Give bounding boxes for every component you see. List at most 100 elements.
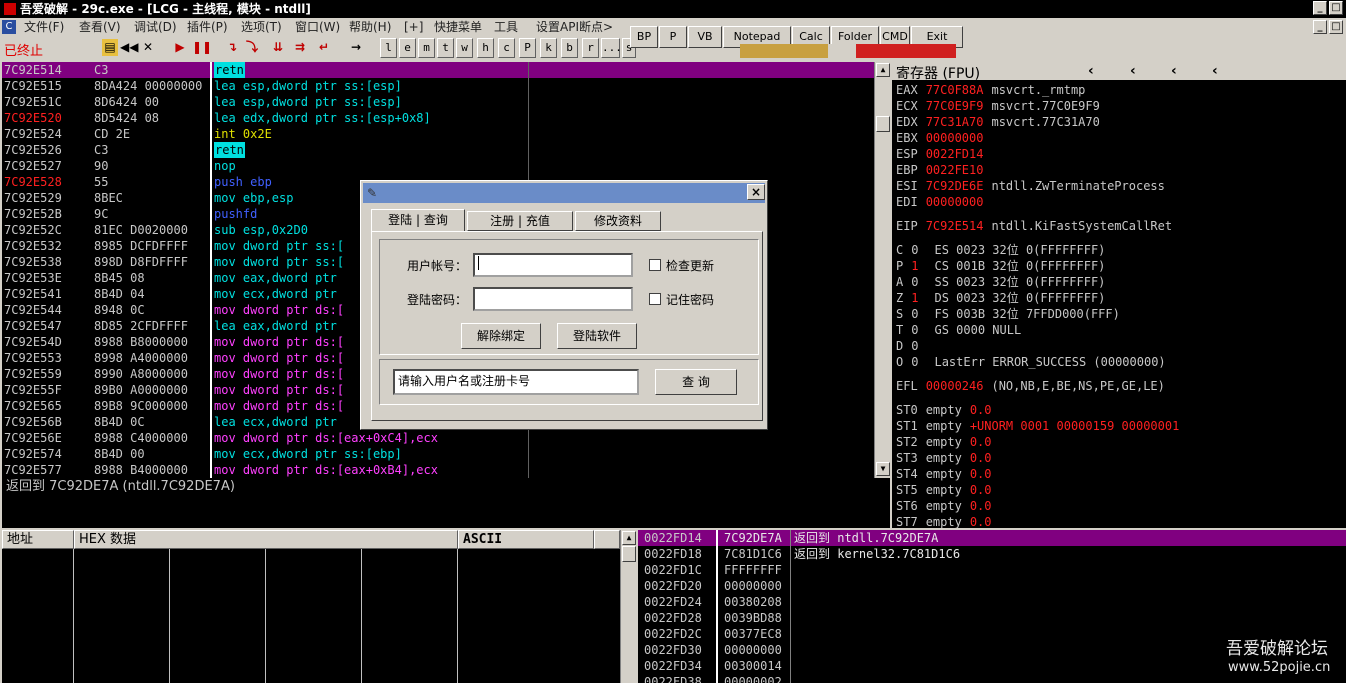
stack-value[interactable]: FFFFFFFF bbox=[724, 562, 782, 578]
menu-debug[interactable]: 调试(D) bbox=[134, 18, 177, 36]
disasm-instruction[interactable]: lea ecx,dword ptr bbox=[214, 414, 337, 430]
disasm-address[interactable]: 7C92E514 bbox=[4, 62, 62, 78]
disasm-hex[interactable]: C3 bbox=[94, 142, 208, 158]
p-button[interactable]: P bbox=[659, 26, 687, 48]
reg-prev2-icon[interactable]: ‹ bbox=[1130, 63, 1136, 79]
plugin-icons-strip[interactable] bbox=[740, 44, 956, 58]
menu-shortcut[interactable]: 快捷菜单 bbox=[434, 18, 482, 36]
disasm-hex[interactable]: 89B8 9C000000 bbox=[94, 398, 208, 414]
register-row[interactable]: EDI 00000000 bbox=[896, 194, 991, 210]
disasm-address[interactable]: 7C92E547 bbox=[4, 318, 62, 334]
flag-row[interactable]: P 1 CS 001B 32位 0(FFFFFFFF) bbox=[896, 258, 1105, 274]
disasm-hex[interactable]: 8B4D 00 bbox=[94, 446, 208, 462]
bp-button[interactable]: BP bbox=[630, 26, 658, 48]
disasm-address[interactable]: 7C92E528 bbox=[4, 174, 62, 190]
fpu-row[interactable]: ST3 empty 0.0 bbox=[896, 450, 992, 466]
register-row[interactable]: ESP 0022FD14 bbox=[896, 146, 991, 162]
trace-over-icon[interactable]: ⇉ bbox=[292, 39, 308, 56]
stack-address[interactable]: 0022FD34 bbox=[644, 658, 702, 674]
register-row[interactable]: ECX 77C0E9F9 msvcrt.77C0E9F9 bbox=[896, 98, 1100, 114]
disasm-hex[interactable]: 8948 0C bbox=[94, 302, 208, 318]
disasm-instruction[interactable]: mov dword ptr ds:[ bbox=[214, 350, 344, 366]
disasm-instruction[interactable]: mov dword ptr ds:[ bbox=[214, 398, 344, 414]
menu-api-breakpoint[interactable]: 设置API断点> bbox=[536, 18, 613, 36]
disasm-address[interactable]: 7C92E52B bbox=[4, 206, 62, 222]
stack-address[interactable]: 0022FD14 bbox=[644, 530, 702, 546]
minimize-button[interactable]: _ bbox=[1313, 1, 1327, 15]
vb-button[interactable]: VB bbox=[688, 26, 722, 48]
query-button[interactable]: 查 询 bbox=[655, 369, 737, 395]
dump-scroll-up-icon[interactable]: ▲ bbox=[622, 531, 636, 545]
toolbar-h-button[interactable]: h bbox=[477, 38, 494, 58]
child-minimize-button[interactable]: _ bbox=[1313, 20, 1327, 34]
close-process-icon[interactable]: ✕ bbox=[140, 39, 156, 56]
pause-icon[interactable]: ❚❚ bbox=[192, 39, 212, 56]
disasm-hex[interactable]: 8BEC bbox=[94, 190, 208, 206]
menu-plugins[interactable]: 插件(P) bbox=[187, 18, 228, 36]
disasm-instruction[interactable]: lea esp,dword ptr ss:[esp] bbox=[214, 94, 402, 110]
execute-till-return-icon[interactable]: ↵ bbox=[316, 39, 332, 56]
disasm-address[interactable]: 7C92E529 bbox=[4, 190, 62, 206]
stack-address[interactable]: 0022FD18 bbox=[644, 546, 702, 562]
register-row[interactable]: ESI 7C92DE6E ntdll.ZwTerminateProcess bbox=[896, 178, 1165, 194]
login-button[interactable]: 登陆软件 bbox=[557, 323, 637, 349]
disasm-address[interactable]: 7C92E527 bbox=[4, 158, 62, 174]
stack-comment[interactable]: 返回到 kernel32.7C81D1C6 bbox=[794, 546, 960, 562]
disasm-instruction[interactable]: int 0x2E bbox=[214, 126, 272, 142]
register-row[interactable]: EAX 77C0F88A msvcrt._rmtmp bbox=[896, 82, 1085, 98]
check-update-checkbox[interactable] bbox=[649, 259, 661, 271]
disasm-address[interactable]: 7C92E553 bbox=[4, 350, 62, 366]
disasm-hex[interactable]: 90 bbox=[94, 158, 208, 174]
reg-prev4-icon[interactable]: ‹ bbox=[1212, 63, 1218, 79]
disasm-instruction[interactable]: mov dword ptr ds:[ bbox=[214, 382, 344, 398]
menu-plus[interactable]: [+] bbox=[404, 18, 423, 36]
disasm-instruction[interactable]: mov ecx,dword ptr bbox=[214, 286, 337, 302]
menu-file[interactable]: 文件(F) bbox=[24, 18, 64, 36]
step-into-icon[interactable]: ↴ bbox=[224, 39, 240, 56]
restart-icon[interactable]: ◀◀ bbox=[120, 39, 138, 56]
disasm-address[interactable]: 7C92E55F bbox=[4, 382, 62, 398]
scroll-up-icon[interactable]: ▲ bbox=[876, 63, 890, 77]
disasm-hex[interactable]: 8B45 08 bbox=[94, 270, 208, 286]
disasm-hex[interactable]: 898D D8FDFFFF bbox=[94, 254, 208, 270]
disasm-instruction[interactable]: pushfd bbox=[214, 206, 257, 222]
menu-help[interactable]: 帮助(H) bbox=[349, 18, 391, 36]
menu-tools[interactable]: 工具 bbox=[494, 18, 518, 36]
flag-row[interactable]: Z 1 DS 0023 32位 0(FFFFFFFF) bbox=[896, 290, 1105, 306]
disasm-hex[interactable]: 8B4D 04 bbox=[94, 286, 208, 302]
flag-row[interactable]: A 0 SS 0023 32位 0(FFFFFFFF) bbox=[896, 274, 1105, 290]
stack-pane[interactable]: 0022FD14 7C92DE7A 返回到 ntdll.7C92DE7A 0022FD… bbox=[638, 530, 1346, 683]
disasm-address[interactable]: 7C92E559 bbox=[4, 366, 62, 382]
register-row[interactable]: EDX 77C31A70 msvcrt.77C31A70 bbox=[896, 114, 1100, 130]
disasm-scrollbar[interactable]: ▲ ▼ bbox=[874, 62, 890, 478]
disasm-address[interactable]: 7C92E574 bbox=[4, 446, 62, 462]
menu-window[interactable]: 窗口(W) bbox=[295, 18, 340, 36]
disasm-instruction[interactable]: nop bbox=[214, 158, 236, 174]
tab-login-query[interactable]: 登陆 | 查询 bbox=[371, 209, 465, 231]
disasm-address[interactable]: 7C92E541 bbox=[4, 286, 62, 302]
stack-address[interactable]: 0022FD2C bbox=[644, 626, 702, 642]
stack-address[interactable]: 0022FD24 bbox=[644, 594, 702, 610]
disasm-address[interactable]: 7C92E520 bbox=[4, 110, 62, 126]
flag-row[interactable]: C 0 ES 0023 32位 0(FFFFFFFF) bbox=[896, 242, 1105, 258]
disasm-address[interactable]: 7C92E53E bbox=[4, 270, 62, 286]
disasm-address[interactable]: 7C92E526 bbox=[4, 142, 62, 158]
stack-value[interactable]: 00380208 bbox=[724, 594, 782, 610]
child-restore-button[interactable]: □ bbox=[1329, 20, 1343, 34]
dump-scrollbar[interactable]: ▲ bbox=[620, 530, 638, 683]
disasm-hex[interactable]: 8988 C4000000 bbox=[94, 430, 208, 446]
stack-value[interactable]: 00377EC8 bbox=[724, 626, 782, 642]
dialog-close-button[interactable]: × bbox=[747, 184, 765, 200]
toolbar-k-button[interactable]: k bbox=[540, 38, 557, 58]
dump-scroll-thumb[interactable] bbox=[622, 546, 636, 562]
disasm-hex[interactable]: 8D85 2CFDFFFF bbox=[94, 318, 208, 334]
disasm-hex[interactable]: 8990 A8000000 bbox=[94, 366, 208, 382]
disasm-hex[interactable]: 8D5424 08 bbox=[94, 110, 208, 126]
disasm-address[interactable]: 7C92E532 bbox=[4, 238, 62, 254]
fpu-row[interactable]: ST2 empty 0.0 bbox=[896, 434, 992, 450]
toolbar-dots-button[interactable]: ... bbox=[601, 38, 622, 58]
remember-password-checkbox[interactable] bbox=[649, 293, 661, 305]
disasm-instruction[interactable]: retn bbox=[214, 142, 245, 158]
stack-address[interactable]: 0022FD28 bbox=[644, 610, 702, 626]
disasm-instruction[interactable]: mov dword ptr ds:[eax+0xC4],ecx bbox=[214, 430, 438, 446]
